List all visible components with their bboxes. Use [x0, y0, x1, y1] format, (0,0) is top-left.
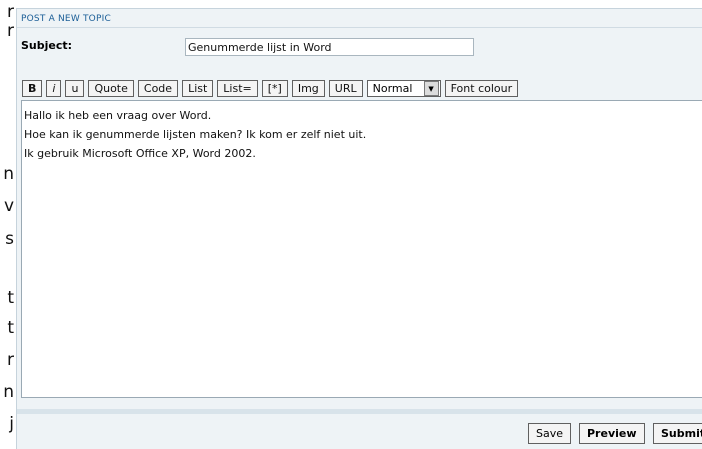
- message-line: Hoe kan ik genummerde lijsten maken? Ik …: [24, 128, 367, 141]
- subject-input[interactable]: [185, 38, 474, 56]
- panel-title: POST A NEW TOPIC: [21, 14, 111, 24]
- italic-button[interactable]: i: [46, 80, 62, 97]
- text-fragment: n: [3, 382, 14, 402]
- font-size-value: Normal: [372, 82, 413, 95]
- submit-button[interactable]: Submit: [653, 423, 702, 444]
- save-button[interactable]: Save: [528, 423, 572, 444]
- form-divider: [17, 409, 702, 414]
- ordered-list-button[interactable]: List=: [217, 80, 258, 97]
- underline-button[interactable]: u: [65, 80, 85, 97]
- text-fragment: t: [7, 318, 14, 338]
- message-line: Hallo ik heb een vraag over Word.: [24, 109, 212, 122]
- list-item-button[interactable]: [*]: [261, 80, 288, 97]
- message-textarea[interactable]: Hallo ik heb een vraag over Word. Hoe ka…: [21, 100, 702, 398]
- image-button[interactable]: Img: [291, 80, 325, 97]
- subject-label: Subject:: [21, 39, 73, 52]
- preview-button[interactable]: Preview: [579, 423, 645, 444]
- text-fragment: j: [9, 414, 14, 434]
- dropdown-arrow-icon[interactable]: ▼: [423, 81, 439, 96]
- bbcode-toolbar: B i u Quote Code List List= [*] Img URL …: [22, 80, 519, 99]
- title-divider: [17, 27, 702, 28]
- url-button[interactable]: URL: [328, 80, 363, 97]
- text-fragment: r: [7, 350, 14, 370]
- left-text-fragments: r r n v s t t r n j: [0, 0, 16, 444]
- text-fragment: v: [3, 196, 14, 216]
- post-form-panel: POST A NEW TOPIC Subject: B i u Quote Co…: [16, 8, 702, 449]
- text-fragment: t: [7, 288, 14, 308]
- text-fragment: r: [7, 2, 14, 22]
- code-button[interactable]: Code: [137, 80, 179, 97]
- text-fragment: n: [3, 164, 14, 184]
- message-line: Ik gebruik Microsoft Office XP, Word 200…: [24, 147, 256, 160]
- bold-button[interactable]: B: [22, 80, 43, 97]
- text-fragment: r: [7, 21, 14, 41]
- font-colour-button[interactable]: Font colour: [444, 80, 519, 97]
- list-button[interactable]: List: [182, 80, 214, 97]
- text-fragment: s: [5, 229, 14, 249]
- quote-button[interactable]: Quote: [88, 80, 134, 97]
- font-size-select[interactable]: Normal ▼: [366, 80, 441, 97]
